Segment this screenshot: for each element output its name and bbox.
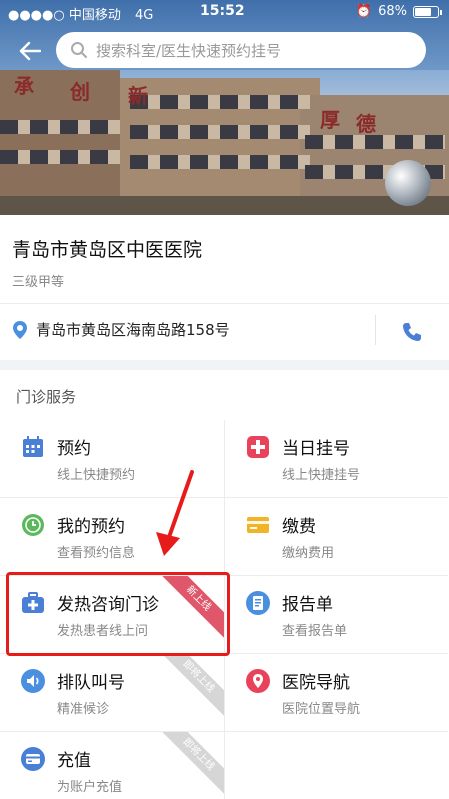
service-title: 医院导航 <box>282 673 350 693</box>
service-subtitle: 查看预约信息 <box>57 546 136 561</box>
service-recharge[interactable]: 充值 为账户充值 即将上线 <box>0 732 224 799</box>
hospital-name: 青岛市黄岛区中医医院 <box>12 239 203 261</box>
sign-char: 新 <box>128 84 148 108</box>
location-icon <box>246 669 270 693</box>
annotation-arrow-icon <box>156 470 194 556</box>
service-same-day-registration[interactable]: 当日挂号 线上快捷挂号 <box>224 420 448 498</box>
medkit-icon <box>22 592 44 613</box>
empty-cell <box>224 732 448 799</box>
signal-icon: ●●●●○ <box>8 8 65 23</box>
clock: 15:52 <box>200 3 245 19</box>
sign-char: 厚 <box>320 108 340 132</box>
clock-icon <box>22 514 44 536</box>
speaker-icon <box>21 669 45 693</box>
service-queue[interactable]: 排队叫号 精准候诊 即将上线 <box>0 654 224 732</box>
sculpture-sphere <box>385 160 431 206</box>
back-button[interactable] <box>14 36 46 66</box>
address-text: 青岛市黄岛区海南岛路158号 <box>36 321 230 339</box>
back-arrow-icon <box>19 41 41 61</box>
hospital-info-card: 青岛市黄岛区中医医院 三级甲等 青岛市黄岛区海南岛路158号 <box>0 215 449 360</box>
service-title: 当日挂号 <box>282 439 350 459</box>
service-subtitle: 医院位置导航 <box>282 702 361 717</box>
search-input[interactable]: 搜索科室/医生快速预约挂号 <box>56 32 426 68</box>
service-title: 预约 <box>57 439 91 459</box>
sign-char: 创 <box>70 80 90 104</box>
wallet-icon <box>21 747 45 771</box>
service-subtitle: 发热患者线上问 <box>57 624 149 639</box>
service-subtitle: 线上快捷预约 <box>57 468 136 483</box>
phone-icon <box>403 323 421 341</box>
hospital-level: 三级甲等 <box>12 275 65 290</box>
service-subtitle: 线上快捷挂号 <box>282 468 361 483</box>
carrier-label: 中国移动 <box>68 8 121 23</box>
service-reports[interactable]: 报告单 查看报告单 <box>224 576 448 654</box>
service-title: 我的预约 <box>57 517 125 537</box>
alarm-icon: ⏰ <box>355 4 373 19</box>
location-pin-icon <box>12 320 28 340</box>
coming-soon-badge: 即将上线 <box>156 732 224 797</box>
sign-char: 承 <box>14 74 34 98</box>
service-subtitle: 缴纳费用 <box>282 546 335 561</box>
search-icon <box>70 41 88 59</box>
service-fever-clinic[interactable]: 发热咨询门诊 发热患者线上问 新上线 <box>0 576 224 654</box>
sign-char: 德 <box>356 112 376 136</box>
battery-icon <box>413 5 442 18</box>
status-bar: ●●●●○ 中国移动 4G 15:52 ⏰ 68% <box>0 0 449 24</box>
service-subtitle: 查看报告单 <box>282 624 348 639</box>
new-badge: 新上线 <box>156 576 224 641</box>
coming-soon-badge: 即将上线 <box>156 654 224 719</box>
service-subtitle: 精准候诊 <box>57 702 110 717</box>
medical-cross-icon <box>247 436 269 458</box>
outpatient-services-section: 门诊服务 预约 线上快捷预约 当日挂号 线上快捷挂号 我的预约 查看预约信息 缴… <box>0 370 449 799</box>
battery-percent: 68% <box>378 4 407 19</box>
service-title: 报告单 <box>282 595 333 615</box>
service-subtitle: 为账户充值 <box>57 780 123 795</box>
search-placeholder: 搜索科室/医生快速预约挂号 <box>96 41 282 60</box>
card-icon <box>247 517 269 533</box>
hospital-address[interactable]: 青岛市黄岛区海南岛路158号 <box>12 319 230 340</box>
service-title: 排队叫号 <box>57 673 125 693</box>
calendar-icon <box>23 436 43 457</box>
service-title: 发热咨询门诊 <box>57 595 159 615</box>
service-payment[interactable]: 缴费 缴纳费用 <box>224 498 448 576</box>
network-label: 4G <box>135 8 154 23</box>
service-navigation[interactable]: 医院导航 医院位置导航 <box>224 654 448 732</box>
phone-button[interactable] <box>401 321 423 347</box>
section-title: 门诊服务 <box>16 388 77 406</box>
service-title: 缴费 <box>282 517 316 537</box>
document-icon <box>246 591 270 615</box>
service-title: 充值 <box>57 751 91 771</box>
